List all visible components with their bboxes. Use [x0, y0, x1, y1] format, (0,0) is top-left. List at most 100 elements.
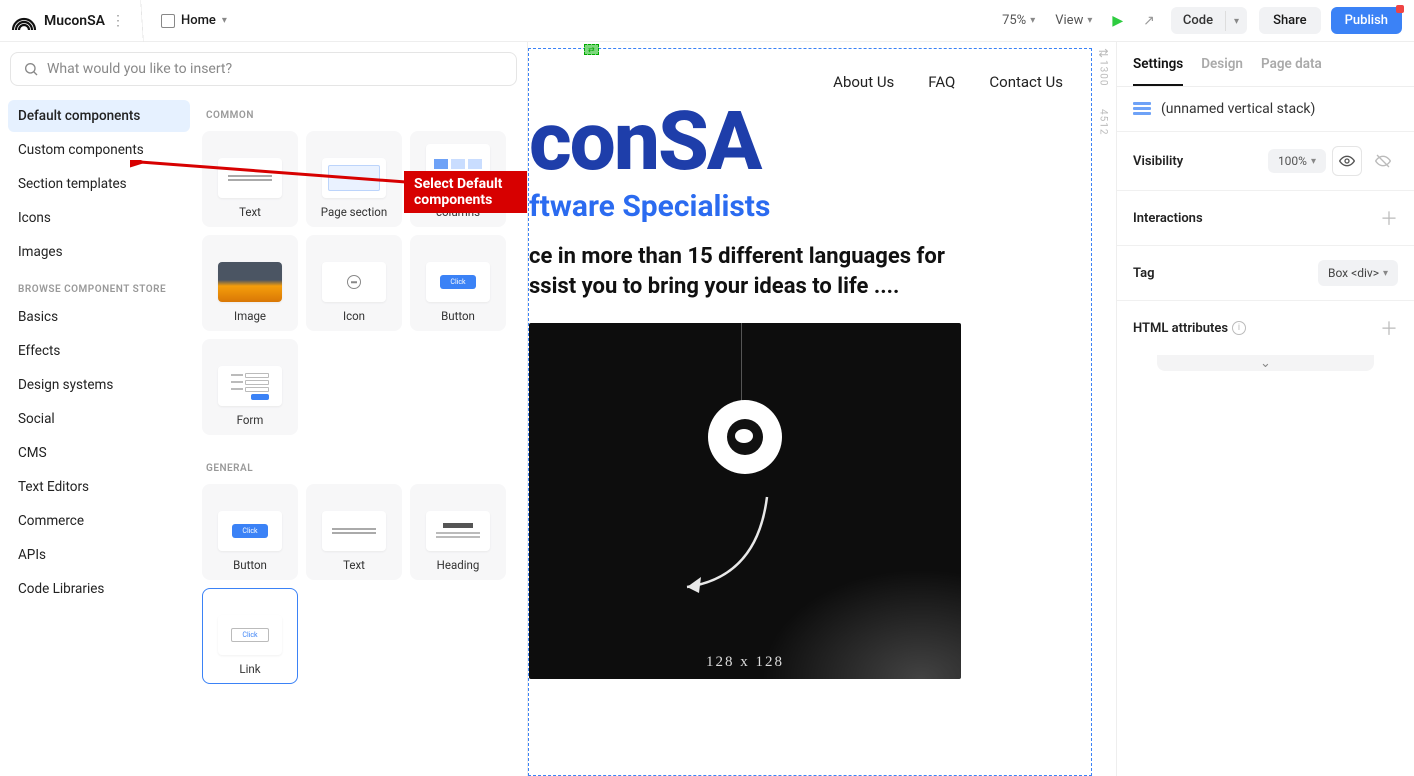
chevron-down-icon: ▾: [1234, 16, 1239, 27]
view-select[interactable]: View ▾: [1045, 8, 1102, 33]
component-label: Button: [233, 559, 267, 573]
component-link[interactable]: Click Link: [202, 588, 298, 684]
nav-contact[interactable]: Contact Us: [989, 73, 1063, 91]
open-external-button[interactable]: ↗: [1133, 8, 1165, 34]
code-button-group: Code ▾: [1171, 7, 1247, 34]
nav-about[interactable]: About Us: [833, 73, 894, 91]
component-image[interactable]: Image: [202, 235, 298, 331]
hero-subtitle: ftware Specialists: [529, 189, 1091, 224]
store-heading: BROWSE COMPONENT STORE: [8, 270, 190, 301]
html-attrs-row: HTML attributes i ＋: [1117, 301, 1414, 355]
code-button[interactable]: Code: [1171, 7, 1225, 34]
preview-button-label: Click: [232, 524, 267, 538]
visibility-value: 100%: [1278, 154, 1307, 168]
category-images[interactable]: Images: [8, 236, 190, 268]
ruler-value: 4512: [1098, 109, 1109, 135]
nav-faq[interactable]: FAQ: [928, 73, 955, 91]
component-label: Image: [234, 310, 266, 324]
tag-select[interactable]: Box <div> ▾: [1318, 260, 1398, 286]
eye-off-button[interactable]: [1368, 146, 1398, 176]
hero-desc-line: ce in more than 15 different languages f…: [529, 242, 1091, 272]
canvas-page[interactable]: About Us FAQ Contact Us conSA ftware Spe…: [528, 48, 1092, 776]
component-label: Link: [239, 663, 260, 677]
component-page-section[interactable]: Page section: [306, 131, 402, 227]
category-apis[interactable]: APIs: [8, 539, 190, 571]
preview-button-label: Click: [440, 275, 475, 289]
insert-panel: Default components Custom components Sec…: [0, 42, 528, 776]
component-label: Icon: [343, 310, 365, 324]
hero-image-placeholder[interactable]: 128 x 128: [529, 323, 961, 679]
search-input[interactable]: [47, 61, 504, 77]
component-heading[interactable]: Heading: [410, 484, 506, 580]
main-area: Default components Custom components Sec…: [0, 42, 1414, 776]
category-code-libraries[interactable]: Code Libraries: [8, 573, 190, 605]
tag-row: Tag Box <div> ▾: [1117, 246, 1414, 301]
category-default-components[interactable]: Default components: [8, 100, 190, 132]
visibility-row: Visibility 100% ▾: [1117, 132, 1414, 191]
play-icon: ▶: [1112, 13, 1123, 29]
top-bar: MuconSA ⋮ Home ▾ 75% ▾ View ▾ ▶ ↗ Code ▾…: [0, 0, 1414, 42]
visibility-value-select[interactable]: 100% ▾: [1268, 149, 1326, 173]
category-social[interactable]: Social: [8, 403, 190, 435]
ruler-value: 1300: [1098, 60, 1109, 86]
category-basics[interactable]: Basics: [8, 301, 190, 333]
add-attribute-button[interactable]: ＋: [1380, 315, 1398, 341]
component-button-general[interactable]: Click Button: [202, 484, 298, 580]
preview-link-label: Click: [231, 628, 268, 642]
chevron-down-icon: ⌄: [1260, 356, 1271, 371]
hero-description: ce in more than 15 different languages f…: [529, 242, 1091, 301]
canvas[interactable]: ⇄ About Us FAQ Contact Us conSA ftware S…: [528, 42, 1116, 776]
info-icon[interactable]: i: [1232, 321, 1246, 335]
chevron-down-icon: ▾: [1087, 15, 1092, 26]
zoom-select[interactable]: 75% ▾: [992, 8, 1045, 33]
tag-value: Box <div>: [1328, 266, 1379, 280]
chevron-down-icon: ▾: [1383, 268, 1388, 279]
component-button[interactable]: Click Button: [410, 235, 506, 331]
selected-element-row[interactable]: (unnamed vertical stack): [1117, 87, 1414, 132]
code-dropdown[interactable]: ▾: [1226, 7, 1247, 34]
vertical-stack-icon: [1133, 102, 1151, 116]
component-label: Text: [239, 206, 261, 220]
properties-tabs: Settings Design Page data: [1117, 42, 1414, 87]
category-custom-components[interactable]: Custom components: [8, 134, 190, 166]
breadcrumb-separator: [133, 0, 151, 42]
hero-title: conSA: [529, 101, 1091, 183]
category-effects[interactable]: Effects: [8, 335, 190, 367]
component-text[interactable]: Text: [202, 131, 298, 227]
category-icons[interactable]: Icons: [8, 202, 190, 234]
component-label: Page section: [321, 206, 387, 220]
add-interaction-button[interactable]: ＋: [1380, 205, 1398, 231]
tab-settings[interactable]: Settings: [1133, 56, 1183, 86]
component-form[interactable]: Form: [202, 339, 298, 435]
interactions-label: Interactions: [1133, 211, 1203, 226]
component-label: Text: [343, 559, 365, 573]
chevron-down-icon: ▾: [1311, 156, 1316, 167]
eye-button[interactable]: [1332, 146, 1362, 176]
app-logo-icon[interactable]: [10, 7, 38, 35]
category-cms[interactable]: CMS: [8, 437, 190, 469]
tab-page-data[interactable]: Page data: [1261, 56, 1322, 86]
tag-label: Tag: [1133, 266, 1154, 281]
play-button[interactable]: ▶: [1102, 8, 1133, 34]
view-label: View: [1055, 13, 1083, 28]
component-text-general[interactable]: Text: [306, 484, 402, 580]
properties-panel: Settings Design Page data (unnamed verti…: [1116, 42, 1414, 776]
category-text-editors[interactable]: Text Editors: [8, 471, 190, 503]
panel-expander[interactable]: ⌄: [1157, 355, 1374, 371]
publish-button[interactable]: Publish: [1331, 7, 1402, 34]
selected-element-name: (unnamed vertical stack): [1161, 101, 1315, 117]
component-icon[interactable]: Icon: [306, 235, 402, 331]
project-menu-icon[interactable]: ⋮: [111, 13, 125, 29]
search-icon: [23, 61, 39, 77]
code-label: Code: [1183, 13, 1213, 28]
share-button[interactable]: Share: [1259, 7, 1321, 34]
zoom-label: 75%: [1002, 13, 1026, 28]
page-crumb[interactable]: Home ▾: [151, 13, 237, 28]
category-design-systems[interactable]: Design systems: [8, 369, 190, 401]
tab-design[interactable]: Design: [1201, 56, 1243, 86]
project-name[interactable]: MuconSA: [44, 13, 105, 29]
category-section-templates[interactable]: Section templates: [8, 168, 190, 200]
search-box[interactable]: [10, 52, 517, 86]
chevron-down-icon: ▾: [1030, 15, 1035, 26]
category-commerce[interactable]: Commerce: [8, 505, 190, 537]
